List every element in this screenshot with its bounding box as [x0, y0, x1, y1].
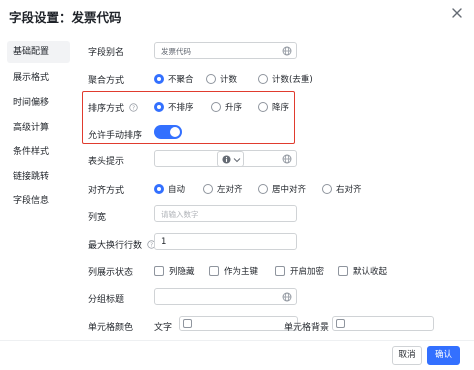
radio-align-right[interactable]: 右对齐: [322, 183, 362, 195]
radio-align-auto[interactable]: 自动: [154, 183, 185, 195]
footer-divider: [0, 340, 474, 341]
form-area-lower: 对齐方式 自动 左对齐 居中对齐 右对齐 列宽 请输入数字 最大换行行数 ? 1…: [88, 0, 474, 340]
checkbox-hide-column[interactable]: 列隐藏: [154, 265, 195, 277]
sidebar-item-time-offset[interactable]: 时间偏移: [7, 92, 70, 114]
sidebar-item-advanced-calc[interactable]: 高级计算: [7, 117, 70, 139]
checkbox-primary-key[interactable]: 作为主键: [209, 265, 258, 277]
group-title-input[interactable]: [154, 288, 297, 305]
field-settings-dialog: 字段设置：发票代码 基础配置 展示格式 时间偏移 高级计算 条件样式 链接跳转 …: [0, 0, 474, 370]
confirm-button[interactable]: 确认: [427, 346, 460, 365]
group-title-label: 分组标题: [88, 295, 125, 305]
sidebar-item-conditional-style[interactable]: 条件样式: [7, 141, 70, 163]
width-label: 列宽: [88, 213, 107, 223]
cancel-button[interactable]: 取消: [392, 346, 422, 365]
color-swatch: [336, 319, 345, 328]
cell-bg-color-picker[interactable]: [332, 316, 434, 331]
settings-sidebar: 基础配置 展示格式 时间偏移 高级计算 条件样式 链接跳转 字段信息: [7, 36, 73, 336]
column-state-label: 列展示状态: [88, 268, 134, 278]
sidebar-item-field-info[interactable]: 字段信息: [7, 190, 70, 212]
svg-text:?: ?: [150, 243, 153, 249]
align-label: 对齐方式: [88, 186, 125, 196]
radio-align-left[interactable]: 左对齐: [203, 183, 243, 195]
text-color-label: 文字: [154, 323, 173, 333]
sidebar-item-basic-config[interactable]: 基础配置: [7, 41, 70, 63]
cell-color-label: 单元格颜色: [88, 323, 134, 333]
width-placeholder: 请输入数字: [161, 210, 199, 219]
checkbox-collapsed[interactable]: 默认收起: [338, 265, 387, 277]
max-lines-value: 1: [161, 237, 167, 247]
checkbox-encrypt[interactable]: 开启加密: [275, 265, 324, 277]
max-lines-label: 最大换行行数 ?: [88, 238, 156, 251]
radio-align-center[interactable]: 居中对齐: [258, 183, 306, 195]
width-input[interactable]: 请输入数字: [154, 205, 297, 222]
sidebar-item-link-jump[interactable]: 链接跳转: [7, 166, 70, 188]
globe-icon[interactable]: [282, 292, 292, 302]
color-swatch: [183, 319, 192, 328]
max-lines-input[interactable]: 1: [154, 233, 297, 250]
sidebar-item-display-format[interactable]: 展示格式: [7, 67, 70, 89]
text-color-picker[interactable]: [179, 316, 298, 331]
cell-bg-label: 单元格背景: [284, 323, 330, 333]
